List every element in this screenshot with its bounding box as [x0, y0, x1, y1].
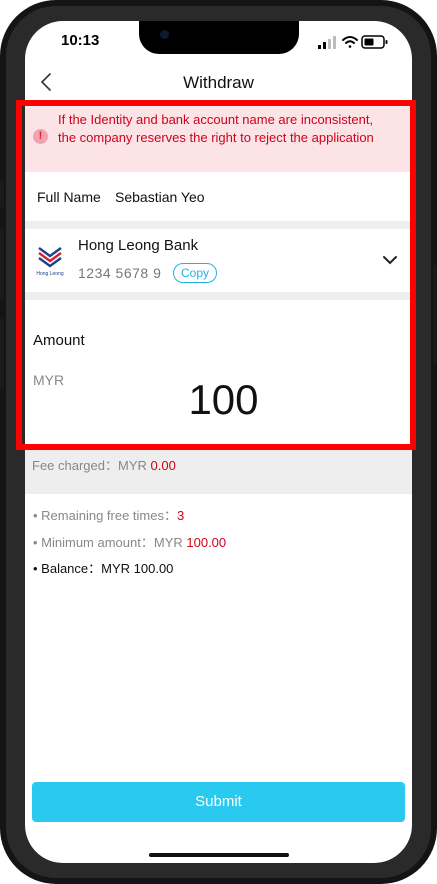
mute-switch — [0, 180, 4, 208]
notch — [139, 21, 299, 54]
signal-icon — [318, 36, 336, 49]
power-button — [433, 265, 437, 365]
info-card: • Remaining free times：3 • Minimum amoun… — [25, 494, 412, 783]
fee-label: Fee charged：MYR — [32, 458, 151, 473]
submit-button[interactable]: Submit — [32, 782, 405, 822]
highlight-box — [16, 100, 416, 450]
battery-icon — [361, 35, 388, 49]
minimum-label: • Minimum amount：MYR — [33, 535, 187, 550]
remaining-label: • Remaining free times： — [33, 508, 177, 523]
fee-value: 0.00 — [150, 458, 176, 473]
status-time: 10:13 — [61, 32, 100, 49]
status-icons — [318, 35, 388, 49]
page-title: Withdraw — [183, 73, 254, 92]
volume-down-button — [0, 318, 4, 390]
remaining-free-times: • Remaining free times：3 — [33, 505, 184, 524]
minimum-amount: • Minimum amount：MYR 100.00 — [33, 532, 226, 551]
volume-up-button — [0, 228, 4, 300]
wifi-icon — [342, 36, 358, 48]
fee-charged: Fee charged：MYR 0.00 — [32, 455, 176, 474]
remaining-value: 3 — [177, 508, 185, 523]
nav-bar: Withdraw — [25, 63, 412, 103]
balance: • Balance：MYR 100.00 — [33, 561, 174, 576]
home-indicator[interactable] — [149, 853, 289, 857]
camera-icon — [160, 30, 169, 39]
minimum-value: 100.00 — [186, 535, 227, 550]
